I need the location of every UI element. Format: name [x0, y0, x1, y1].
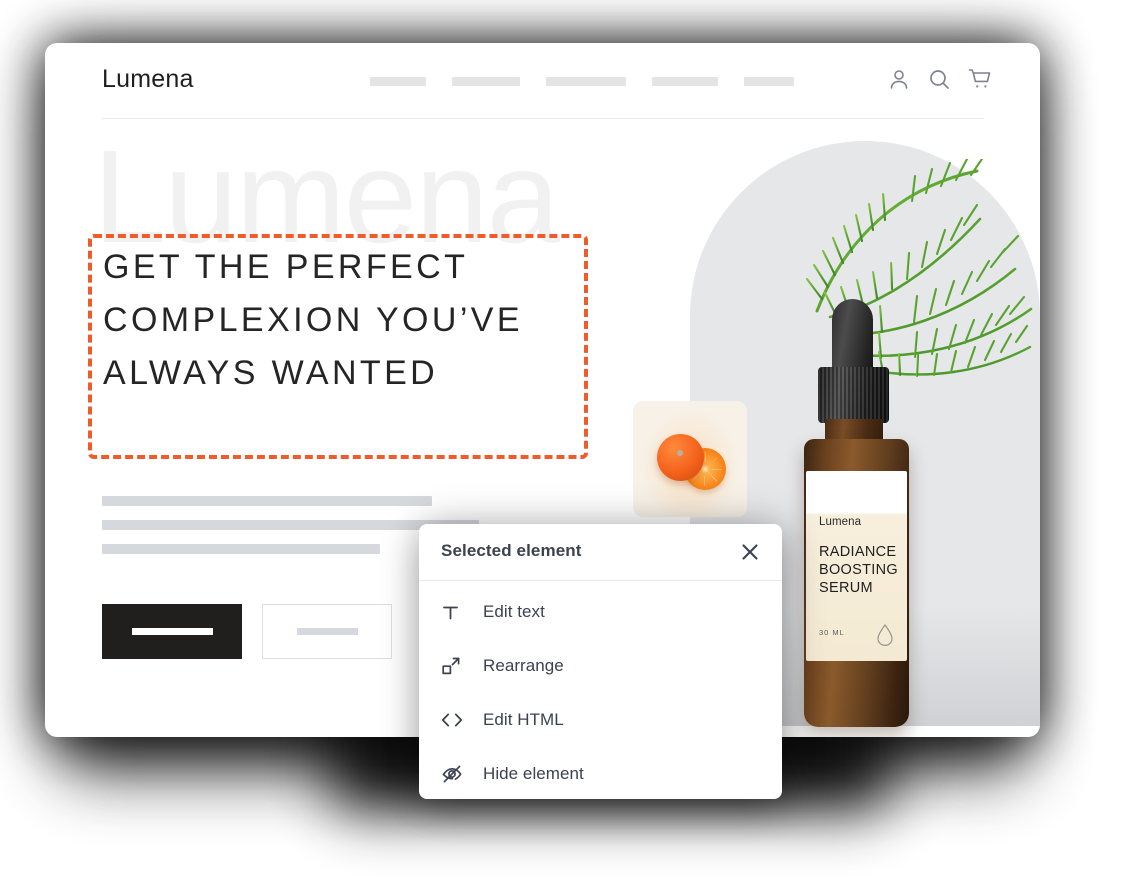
menu-item-hide-element[interactable]: Hide element — [419, 747, 782, 799]
account-icon[interactable] — [887, 67, 911, 91]
popup-header: Selected element — [419, 524, 782, 581]
menu-item-rearrange[interactable]: Rearrange — [419, 639, 782, 693]
nav-placeholder-item[interactable] — [546, 77, 626, 86]
secondary-cta-label-placeholder — [296, 628, 358, 635]
droplet-icon — [877, 624, 893, 647]
menu-item-edit-html[interactable]: Edit HTML — [419, 693, 782, 747]
code-icon — [441, 709, 469, 731]
close-icon[interactable] — [736, 538, 764, 566]
menu-item-label: Rearrange — [483, 656, 564, 675]
serum-bottle: Lumena Radiance Boosting Serum 30 ML — [794, 299, 922, 729]
secondary-cta-button[interactable] — [262, 604, 392, 659]
popup-title: Selected element — [441, 541, 582, 560]
body-placeholder-line — [102, 496, 432, 506]
screenshot-stage: Lumena Lumena Lumena RADIANCE BOOSTING S… — [0, 0, 1141, 894]
menu-item-label: Hide element — [483, 764, 584, 783]
site-logo[interactable]: Lumena — [102, 65, 194, 94]
nav-placeholder-item[interactable] — [652, 77, 718, 86]
label-product-title: Radiance Boosting Serum — [819, 544, 898, 596]
primary-cta-label-placeholder — [131, 628, 213, 635]
eye-off-icon — [441, 763, 469, 785]
hero-headline[interactable]: Get the perfect complexion you’ve always… — [103, 241, 613, 400]
selected-element-popup: Selected element Edit text Rearrange Edi… — [419, 524, 782, 799]
bottle-label: Lumena Radiance Boosting Serum 30 ML — [806, 471, 907, 661]
label-brand: Lumena — [819, 516, 862, 528]
primary-cta-button[interactable] — [102, 604, 242, 659]
header-icon-group — [887, 67, 992, 91]
dropper-bulb — [832, 299, 873, 375]
nav-placeholder-list — [370, 77, 794, 86]
menu-item-label: Edit text — [483, 602, 545, 621]
search-icon[interactable] — [927, 67, 951, 91]
orange-whole — [657, 434, 704, 481]
nav-placeholder-item[interactable] — [744, 77, 794, 86]
dropper-cap — [818, 367, 889, 423]
text-icon — [441, 601, 469, 623]
site-header: Lumena — [45, 43, 1040, 119]
menu-item-label: Edit HTML — [483, 710, 564, 729]
popup-menu-list: Edit text Rearrange Edit HTML Hide eleme… — [419, 581, 782, 799]
menu-item-edit-text[interactable]: Edit text — [419, 585, 782, 639]
hero-cta-group — [102, 604, 392, 659]
nav-placeholder-item[interactable] — [452, 77, 520, 86]
nav-placeholder-item[interactable] — [370, 77, 426, 86]
body-placeholder-line — [102, 544, 380, 554]
rearrange-icon — [441, 655, 469, 677]
cart-icon[interactable] — [967, 67, 992, 91]
label-volume: 30 ML — [819, 628, 845, 637]
orange-product-thumbnail — [633, 401, 747, 517]
